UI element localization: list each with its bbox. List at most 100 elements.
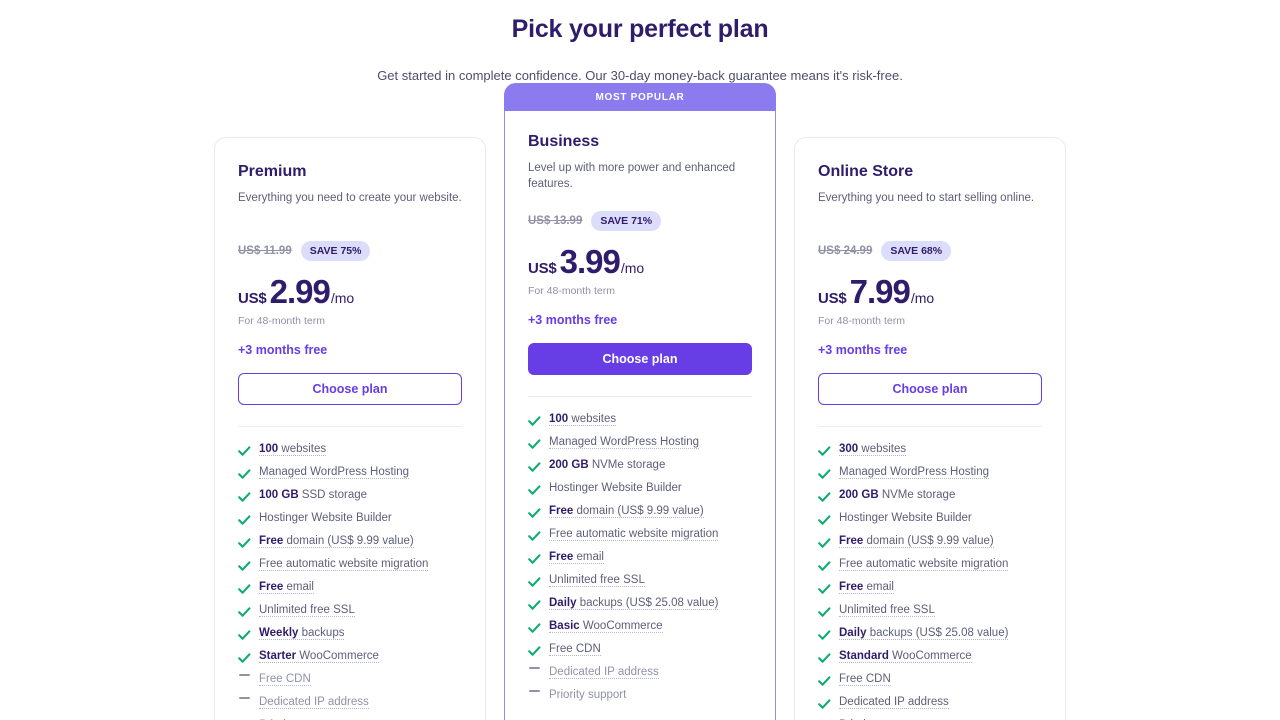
feature-label[interactable]: Free CDN xyxy=(259,671,311,687)
check-icon xyxy=(237,607,250,617)
old-price: US$ 13.99 xyxy=(528,215,583,227)
feature-label[interactable]: Free CDN xyxy=(839,671,891,687)
feature-status-icon xyxy=(237,625,250,646)
feature-label[interactable]: Standard WooCommerce xyxy=(839,648,972,664)
check-icon xyxy=(817,446,830,456)
pricing-card-online-store: Online Store Everything you need to start… xyxy=(794,137,1066,720)
feature-item: Free email xyxy=(237,579,462,602)
feature-label[interactable]: Free automatic website migration xyxy=(839,556,1009,572)
feature-label[interactable]: Unlimited free SSL xyxy=(259,602,355,618)
feature-label[interactable]: Free email xyxy=(839,579,894,595)
check-icon xyxy=(527,623,540,633)
feature-label[interactable]: Basic WooCommerce xyxy=(549,618,663,634)
feature-label[interactable]: Free domain (US$ 9.99 value) xyxy=(839,533,994,549)
feature-label[interactable]: 100 websites xyxy=(259,441,327,457)
feature-item: Free CDN xyxy=(527,641,752,664)
feature-label[interactable]: Starter WooCommerce xyxy=(259,648,379,664)
feature-status-icon xyxy=(817,487,830,508)
feature-status-icon xyxy=(527,457,540,478)
feature-item: Free email xyxy=(817,579,1042,602)
save-badge: SAVE 71% xyxy=(591,211,662,231)
dash-icon xyxy=(528,690,540,692)
feature-label[interactable]: Free email xyxy=(549,549,604,565)
months-free-note: +3 months free xyxy=(528,313,618,327)
feature-label[interactable]: Free email xyxy=(259,579,314,595)
feature-status-icon xyxy=(527,434,540,455)
feature-label: 200 GB NVMe storage xyxy=(839,489,956,501)
feature-item: Hostinger Website Builder xyxy=(527,480,752,503)
save-badge: SAVE 68% xyxy=(881,241,952,261)
feature-status-icon xyxy=(527,526,540,547)
check-icon xyxy=(237,561,250,571)
check-icon xyxy=(527,508,540,518)
check-icon xyxy=(527,531,540,541)
price-period: /mo xyxy=(330,290,355,306)
check-icon xyxy=(237,653,250,663)
feature-status-icon xyxy=(237,487,250,508)
check-icon xyxy=(527,485,540,495)
price-period: /mo xyxy=(910,290,935,306)
price-comparison: US$ 11.99 SAVE 75% xyxy=(238,241,462,261)
feature-item: 200 GB NVMe storage xyxy=(817,487,1042,510)
old-price: US$ 24.99 xyxy=(818,245,873,257)
feature-item: Hostinger Website Builder xyxy=(237,510,462,533)
feature-status-icon xyxy=(817,533,830,554)
feature-label[interactable]: Managed WordPress Hosting xyxy=(259,464,409,480)
feature-label[interactable]: Free automatic website migration xyxy=(549,526,719,542)
feature-item: Unlimited free SSL xyxy=(527,572,752,595)
check-icon xyxy=(237,584,250,594)
dash-icon xyxy=(528,667,540,669)
price-term: For 48-month term xyxy=(818,315,905,327)
feature-label[interactable]: Daily backups (US$ 25.08 value) xyxy=(549,595,719,611)
choose-plan-button[interactable]: Choose plan xyxy=(818,373,1042,405)
feature-label[interactable]: 100 websites xyxy=(549,411,617,427)
feature-label[interactable]: Managed WordPress Hosting xyxy=(549,434,699,450)
check-icon xyxy=(817,469,830,479)
feature-item: Free domain (US$ 9.99 value) xyxy=(527,503,752,526)
price-amount: 7.99 xyxy=(849,273,911,310)
feature-status-icon xyxy=(817,579,830,600)
feature-status-icon xyxy=(527,641,540,662)
dash-icon xyxy=(238,697,250,699)
feature-status-icon xyxy=(527,503,540,524)
feature-label[interactable]: Free CDN xyxy=(549,641,601,657)
feature-item: Managed WordPress Hosting xyxy=(817,464,1042,487)
choose-plan-button[interactable]: Choose plan xyxy=(238,373,462,405)
feature-label[interactable]: Free domain (US$ 9.99 value) xyxy=(259,533,414,549)
feature-status-icon xyxy=(527,480,540,501)
feature-item: Free domain (US$ 9.99 value) xyxy=(817,533,1042,556)
feature-status-icon xyxy=(527,618,540,639)
feature-item: Unlimited free SSL xyxy=(817,602,1042,625)
months-free-note: +3 months free xyxy=(818,343,908,357)
feature-status-icon xyxy=(817,694,830,715)
price-amount: 3.99 xyxy=(559,243,621,280)
feature-label[interactable]: Dedicated IP address xyxy=(549,664,659,680)
feature-list: 100 websites Managed WordPress Hosting 200… xyxy=(527,411,752,710)
months-free-note: +3 months free xyxy=(238,343,328,357)
choose-plan-button[interactable]: Choose plan xyxy=(528,343,752,375)
feature-label[interactable]: Dedicated IP address xyxy=(259,694,369,710)
plan-name: Business xyxy=(528,133,600,150)
feature-label[interactable]: Daily backups (US$ 25.08 value) xyxy=(839,625,1009,641)
feature-status-icon xyxy=(237,510,250,531)
feature-item: Standard WooCommerce xyxy=(817,648,1042,671)
check-icon xyxy=(527,554,540,564)
feature-label[interactable]: Free domain (US$ 9.99 value) xyxy=(549,503,704,519)
feature-label[interactable]: 300 websites xyxy=(839,441,907,457)
feature-label[interactable]: Unlimited free SSL xyxy=(549,572,645,588)
feature-label[interactable]: Dedicated IP address xyxy=(839,694,949,710)
feature-item: Hostinger Website Builder xyxy=(817,510,1042,533)
feature-label[interactable]: Free automatic website migration xyxy=(259,556,429,572)
pricing-cards-row: Premium Everything you need to create you… xyxy=(0,83,1280,720)
feature-status-icon xyxy=(527,411,540,432)
feature-label[interactable]: Weekly backups xyxy=(259,625,345,641)
feature-label[interactable]: Unlimited free SSL xyxy=(839,602,935,618)
save-badge: SAVE 75% xyxy=(300,241,371,261)
pricing-card-premium: Premium Everything you need to create you… xyxy=(214,137,486,720)
feature-status-icon xyxy=(527,572,540,593)
feature-label: 200 GB NVMe storage xyxy=(549,459,666,471)
feature-label[interactable]: Managed WordPress Hosting xyxy=(839,464,989,480)
check-icon xyxy=(817,607,830,617)
feature-status-icon xyxy=(817,464,830,485)
pricing-page: Pick your perfect plan Get started in co… xyxy=(0,0,1280,720)
